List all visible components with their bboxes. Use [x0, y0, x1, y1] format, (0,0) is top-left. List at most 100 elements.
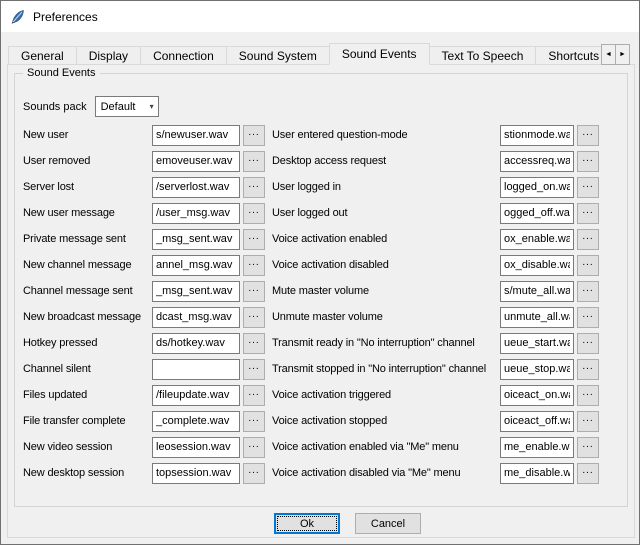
sound-event-row: Voice activation enabled via "Me" menu .… [272, 434, 599, 460]
browse-button[interactable]: ... [577, 463, 599, 484]
sound-event-label: User logged in [272, 181, 500, 193]
browse-button[interactable]: ... [577, 151, 599, 172]
sound-event-label: Voice activation disabled [272, 259, 500, 271]
sound-event-label: File transfer complete [23, 415, 152, 427]
sound-file-input[interactable] [152, 411, 240, 432]
browse-button[interactable]: ... [577, 411, 599, 432]
browse-button[interactable]: ... [577, 281, 599, 302]
sound-events-column-left: New user ... User removed ... Server los… [23, 122, 265, 486]
browse-button[interactable]: ... [243, 385, 265, 406]
sound-file-input[interactable] [500, 203, 574, 224]
sound-event-label: New user [23, 129, 152, 141]
sound-event-row: New channel message ... [23, 252, 265, 278]
sound-file-input[interactable] [152, 177, 240, 198]
sound-file-input[interactable] [152, 307, 240, 328]
preferences-window: Preferences General Display Connection S… [0, 0, 640, 545]
sound-event-row: User logged out ... [272, 200, 599, 226]
sound-file-input[interactable] [152, 463, 240, 484]
sound-file-input[interactable] [500, 437, 574, 458]
sound-file-input[interactable] [500, 255, 574, 276]
sound-file-input[interactable] [152, 151, 240, 172]
browse-button[interactable]: ... [243, 177, 265, 198]
sound-file-input[interactable] [152, 385, 240, 406]
tab-scroll-left-icon[interactable]: ◄ [601, 44, 616, 65]
browse-button[interactable]: ... [243, 255, 265, 276]
tab-connection[interactable]: Connection [140, 46, 227, 65]
browse-button[interactable]: ... [243, 333, 265, 354]
browse-button[interactable]: ... [577, 359, 599, 380]
browse-button[interactable]: ... [243, 411, 265, 432]
tab-sound-system[interactable]: Sound System [226, 46, 330, 65]
sound-file-input[interactable] [152, 281, 240, 302]
tab-bar: General Display Connection Sound System … [8, 43, 601, 65]
sound-file-input[interactable] [500, 411, 574, 432]
browse-button[interactable]: ... [243, 229, 265, 250]
cancel-button[interactable]: Cancel [355, 513, 421, 534]
sound-file-input[interactable] [152, 125, 240, 146]
sound-file-input[interactable] [152, 255, 240, 276]
tab-sound-events[interactable]: Sound Events [329, 43, 430, 65]
tab-shortcuts[interactable]: Shortcuts [535, 46, 601, 65]
sound-file-input[interactable] [500, 125, 574, 146]
browse-button[interactable]: ... [577, 229, 599, 250]
sound-file-input[interactable] [152, 333, 240, 354]
browse-button[interactable]: ... [243, 437, 265, 458]
sound-event-label: Unmute master volume [272, 311, 500, 323]
sound-file-input[interactable] [152, 437, 240, 458]
sound-file-input[interactable] [152, 229, 240, 250]
browse-button[interactable]: ... [243, 463, 265, 484]
browse-button[interactable]: ... [243, 203, 265, 224]
browse-button[interactable]: ... [577, 385, 599, 406]
sound-file-input[interactable] [500, 463, 574, 484]
browse-button[interactable]: ... [243, 151, 265, 172]
sound-event-label: New video session [23, 441, 152, 453]
sound-event-label: Channel silent [23, 363, 152, 375]
sound-file-input[interactable] [500, 281, 574, 302]
browse-button[interactable]: ... [577, 125, 599, 146]
browse-button[interactable]: ... [243, 281, 265, 302]
sound-event-row: Mute master volume ... [272, 278, 599, 304]
sounds-pack-label: Sounds pack [23, 101, 87, 113]
tab-scroll-buttons: ◄ ► [602, 44, 630, 65]
sound-file-input[interactable] [500, 385, 574, 406]
sound-file-input[interactable] [500, 151, 574, 172]
sound-event-label: Mute master volume [272, 285, 500, 297]
browse-button[interactable]: ... [577, 437, 599, 458]
sound-event-label: Desktop access request [272, 155, 500, 167]
tab-scroll-right-icon[interactable]: ► [615, 44, 630, 65]
browse-button[interactable]: ... [577, 307, 599, 328]
sound-file-input[interactable] [152, 203, 240, 224]
browse-button[interactable]: ... [577, 203, 599, 224]
sounds-pack-dropdown[interactable]: Default ▾ [95, 96, 159, 117]
sound-file-input[interactable] [500, 359, 574, 380]
sound-event-label: Server lost [23, 181, 152, 193]
tab-general[interactable]: General [8, 46, 77, 65]
ok-button[interactable]: Ok [274, 513, 340, 534]
sound-event-label: New broadcast message [23, 311, 152, 323]
sound-event-row: Channel silent ... [23, 356, 265, 382]
sound-event-label: User logged out [272, 207, 500, 219]
sound-event-label: Files updated [23, 389, 152, 401]
browse-button[interactable]: ... [243, 125, 265, 146]
browse-button[interactable]: ... [577, 255, 599, 276]
sound-file-input[interactable] [500, 177, 574, 198]
sound-file-input[interactable] [500, 229, 574, 250]
tab-text-to-speech[interactable]: Text To Speech [429, 46, 537, 65]
sound-event-row: User entered question-mode ... [272, 122, 599, 148]
sound-event-row: Channel message sent ... [23, 278, 265, 304]
browse-button[interactable]: ... [243, 359, 265, 380]
sound-event-label: Voice activation triggered [272, 389, 500, 401]
sound-event-label: Private message sent [23, 233, 152, 245]
sound-event-row: Voice activation stopped ... [272, 408, 599, 434]
tab-display[interactable]: Display [76, 46, 141, 65]
titlebar: Preferences [1, 1, 639, 32]
chevron-down-icon: ▾ [150, 102, 154, 111]
sound-event-label: Transmit ready in "No interruption" chan… [272, 337, 500, 349]
browse-button[interactable]: ... [577, 333, 599, 354]
browse-button[interactable]: ... [577, 177, 599, 198]
sound-event-label: User entered question-mode [272, 129, 500, 141]
sound-file-input[interactable] [500, 307, 574, 328]
sound-file-input[interactable] [500, 333, 574, 354]
browse-button[interactable]: ... [243, 307, 265, 328]
sound-file-input[interactable] [152, 359, 240, 380]
